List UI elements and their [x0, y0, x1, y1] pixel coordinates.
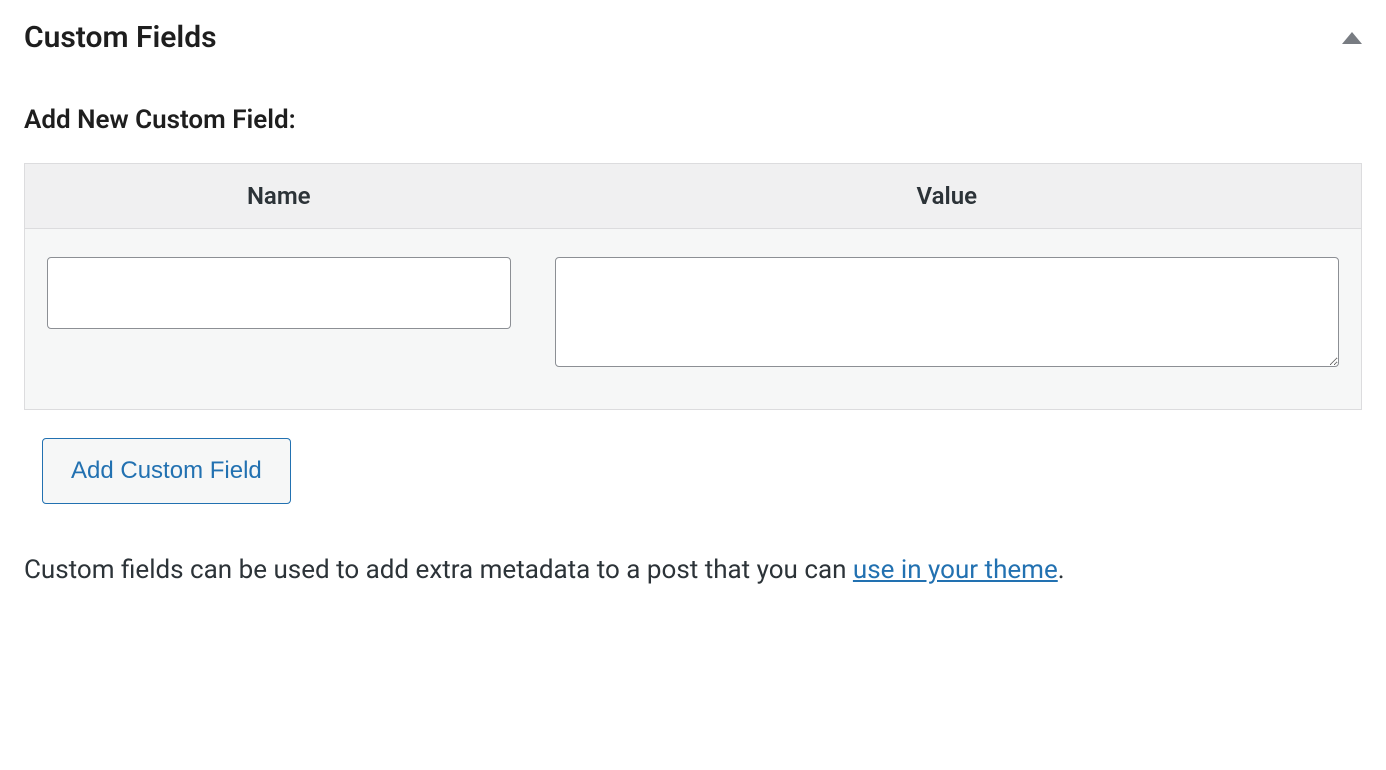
add-custom-field-button[interactable]: Add Custom Field	[42, 438, 291, 504]
button-row: Add Custom Field	[42, 438, 1362, 504]
description-before: Custom fields can be used to add extra m…	[24, 555, 853, 585]
panel-header: Custom Fields	[24, 20, 1362, 55]
collapse-toggle-icon[interactable]	[1342, 32, 1362, 44]
description-after: .	[1058, 555, 1065, 585]
panel-title: Custom Fields	[24, 20, 217, 55]
add-new-heading: Add New Custom Field:	[24, 105, 1362, 135]
name-column-header: Name	[25, 164, 533, 229]
description-text: Custom fields can be used to add extra m…	[24, 550, 1362, 592]
value-column-header: Value	[533, 164, 1362, 229]
custom-fields-table: Name Value	[24, 163, 1362, 410]
use-in-theme-link[interactable]: use in your theme	[853, 555, 1058, 585]
name-field[interactable]	[47, 257, 511, 329]
value-field[interactable]	[555, 257, 1339, 367]
table-row	[25, 229, 1362, 410]
value-cell	[533, 229, 1362, 410]
name-cell	[25, 229, 533, 410]
